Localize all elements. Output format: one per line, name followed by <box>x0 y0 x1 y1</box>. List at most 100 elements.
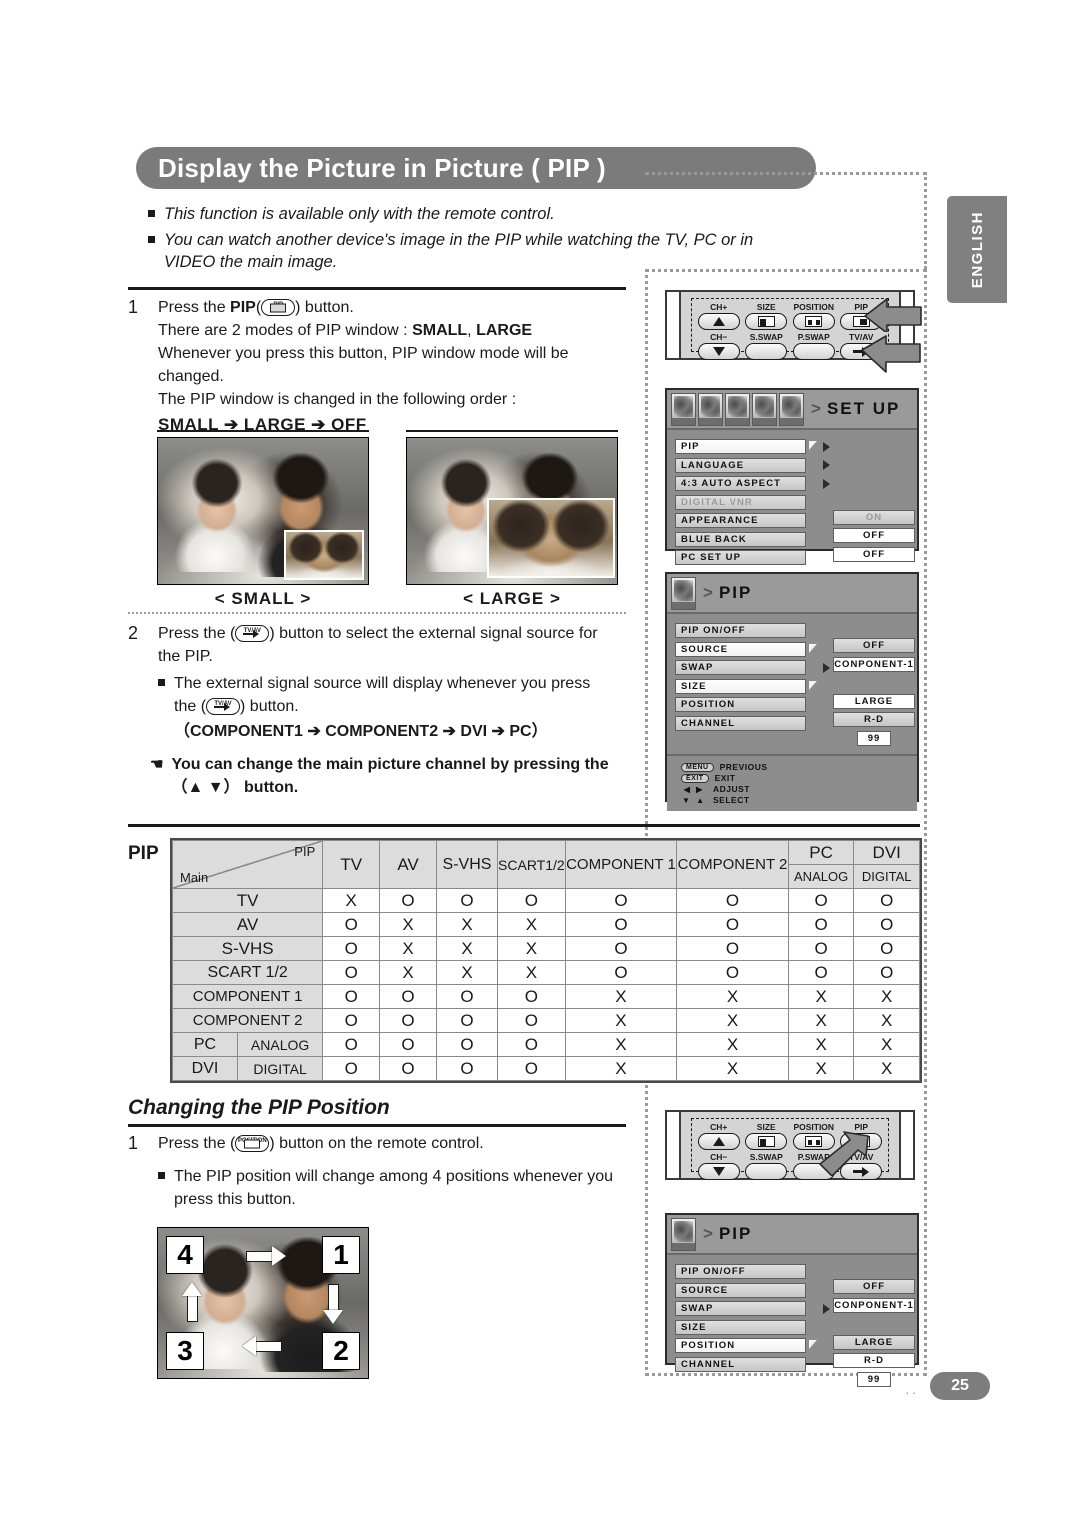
pip-menu-top[interactable]: > PIP PIP ON/OFF OFF SOURCE CONPONENT-1 S… <box>665 572 919 811</box>
menu-row[interactable]: CHANNEL 99 <box>675 715 909 746</box>
step-1-line-4: changed. <box>158 368 224 385</box>
cell: O <box>787 936 855 961</box>
menu-icon-screen[interactable] <box>752 392 777 426</box>
menu-row[interactable]: PIP ON/OFF OFF <box>675 1264 915 1294</box>
menu-item-value[interactable]: 99 <box>857 1371 891 1387</box>
setup-menu[interactable]: > SET UP PIP LANGUAGE 4:3 AUTO ASPECT DI… <box>665 388 919 565</box>
remote-key-size[interactable]: SIZE <box>745 302 789 330</box>
row-header: AV <box>171 912 324 937</box>
menu-row[interactable]: PIP ON/OFF OFF <box>675 623 915 653</box>
remote-key-ch-up[interactable]: CH+ <box>697 302 741 330</box>
menu-row[interactable]: SIZE LARGE <box>675 678 915 709</box>
footer-text: EXIT <box>714 773 736 783</box>
cursor-arrow-position-icon <box>819 1131 869 1176</box>
cell: O <box>564 936 678 961</box>
remote-key-ch-up[interactable]: CH+ <box>697 1122 741 1150</box>
menu-item-label: SWAP <box>675 660 806 675</box>
cell: O <box>322 984 381 1009</box>
menu-row[interactable]: PIP <box>675 439 909 454</box>
pip-key-icon: PIP <box>261 299 296 316</box>
footer-row: EXIT EXIT <box>681 773 909 783</box>
dog-image <box>489 500 613 576</box>
cell: O <box>435 1056 499 1081</box>
row-header: S-VHS <box>171 936 324 961</box>
remote-key-size[interactable]: SIZE <box>745 1122 789 1150</box>
cell: O <box>787 960 855 985</box>
menu-row[interactable]: APPEARANCE OFF <box>675 513 915 543</box>
table-row: DVI DIGITAL O O O O X X X X <box>172 1056 920 1081</box>
cell: O <box>322 1008 381 1033</box>
menu-icon-time[interactable] <box>725 392 750 426</box>
cell: X <box>497 960 566 985</box>
menu-row[interactable]: POSITION R-D <box>675 697 915 727</box>
intro-bullet: This function is available only with the… <box>148 203 788 225</box>
flag-icon <box>809 644 818 655</box>
table-row: COMPONENT 2 O O O O X X X X <box>171 1008 920 1033</box>
menu-item-label: BLUE BACK <box>675 531 806 547</box>
pip-menu-bottom[interactable]: > PIP PIP ON/OFF OFF SOURCE CONPONENT-1 S… <box>665 1213 919 1387</box>
menu-icon-setup[interactable] <box>671 576 696 610</box>
menu-item-label: POSITION <box>675 1338 806 1353</box>
step-2-sequence: （COMPONENT1 ➔ COMPONENT2 ➔ DVI ➔ PC） <box>174 723 548 740</box>
square-bullet-icon <box>148 210 155 217</box>
step-2-line-2: the PIP. <box>158 648 213 665</box>
menu-item-label: SIZE <box>675 678 806 694</box>
cell: X <box>787 1032 855 1057</box>
cell: O <box>787 912 855 937</box>
remote-key-s-swap[interactable]: S.SWAP <box>745 332 789 360</box>
menu-row[interactable]: LANGUAGE <box>675 457 909 473</box>
cell: O <box>322 1032 381 1057</box>
cell: X <box>676 1032 789 1057</box>
step-2-bullet-line-2: the (TV/AV) button. <box>174 698 299 715</box>
cell: O <box>435 1032 499 1057</box>
pip-menu-header: > PIP <box>667 574 917 614</box>
tvav-key-icon: TV/AV <box>235 625 270 642</box>
menu-item-label: LANGUAGE <box>675 457 806 473</box>
right-arrow-icon <box>823 662 830 673</box>
remote-key-ch-down[interactable]: CH− <box>697 1152 741 1180</box>
menu-row[interactable]: SWAP <box>675 1301 909 1316</box>
table-col-header: PC <box>787 840 855 865</box>
menu-row[interactable]: SOURCE CONPONENT-1 <box>675 1282 915 1313</box>
menu-row[interactable]: 4:3 AUTO ASPECT <box>675 476 909 491</box>
menu-item-value[interactable]: 99 <box>857 730 891 746</box>
step-2-note-line-2: （▲ ▼） button. <box>171 779 299 796</box>
menu-icon-setup[interactable] <box>779 392 804 426</box>
menu-row[interactable]: BLUE BACK OFF <box>675 531 915 562</box>
menu-row[interactable]: CHANNEL 99 <box>675 1356 909 1387</box>
menu-row[interactable]: PC SET UP <box>675 550 909 565</box>
table-row: COMPONENT 1 O O O O X X X X <box>171 984 920 1009</box>
row-header: TV <box>171 888 324 913</box>
pip-window-small <box>284 530 364 580</box>
menu-icon-sound[interactable] <box>698 392 723 426</box>
step-1-row: 1 Press the PIP(PIP) button. There are 2… <box>128 296 628 436</box>
menu-icon-setup[interactable] <box>671 1217 696 1251</box>
remote-key-p-swap[interactable]: P.SWAP <box>792 332 836 360</box>
menu-item-label: DIGITAL VNR <box>675 494 806 510</box>
table-col-subheader: DIGITAL <box>853 864 920 889</box>
cell: X <box>435 960 499 985</box>
flag-icon <box>809 441 818 452</box>
divider-small-top <box>157 430 369 432</box>
menu-row[interactable]: SWAP <box>675 660 909 675</box>
cell: O <box>564 912 678 937</box>
table-col-subheader: ANALOG <box>787 864 855 889</box>
table-row: S-VHS O X X X O O O O <box>171 936 920 961</box>
remote-control-bottom[interactable]: CH+ SIZE POSITION PIP CH− S.SWAP P.SWAP … <box>665 1110 915 1180</box>
menu-row[interactable]: SIZE LARGE <box>675 1319 915 1350</box>
cell: X <box>322 888 381 913</box>
remote-key-ch-down[interactable]: CH− <box>697 332 741 360</box>
table-header-row: PIP Main TV AV S-VHS SCART1/2 COMPONENT … <box>171 840 920 889</box>
menu-row[interactable]: DIGITAL VNR ON <box>675 494 915 525</box>
right-arrow-icon <box>823 478 830 489</box>
remote-key-s-swap[interactable]: S.SWAP <box>745 1152 789 1180</box>
cell: X <box>787 984 855 1009</box>
menu-row[interactable]: SOURCE CONPONENT-1 <box>675 641 915 672</box>
menu-icon-picture[interactable] <box>671 392 696 426</box>
remote-key-position[interactable]: POSITION <box>792 302 836 330</box>
footer-text: PREVIOUS <box>719 762 768 772</box>
menu-row[interactable]: POSITION R-D <box>675 1338 915 1368</box>
footer-row: MENU PREVIOUS <box>681 762 909 772</box>
menu-item-label: SIZE <box>675 1319 806 1335</box>
arrow-down-icon <box>323 1284 343 1324</box>
